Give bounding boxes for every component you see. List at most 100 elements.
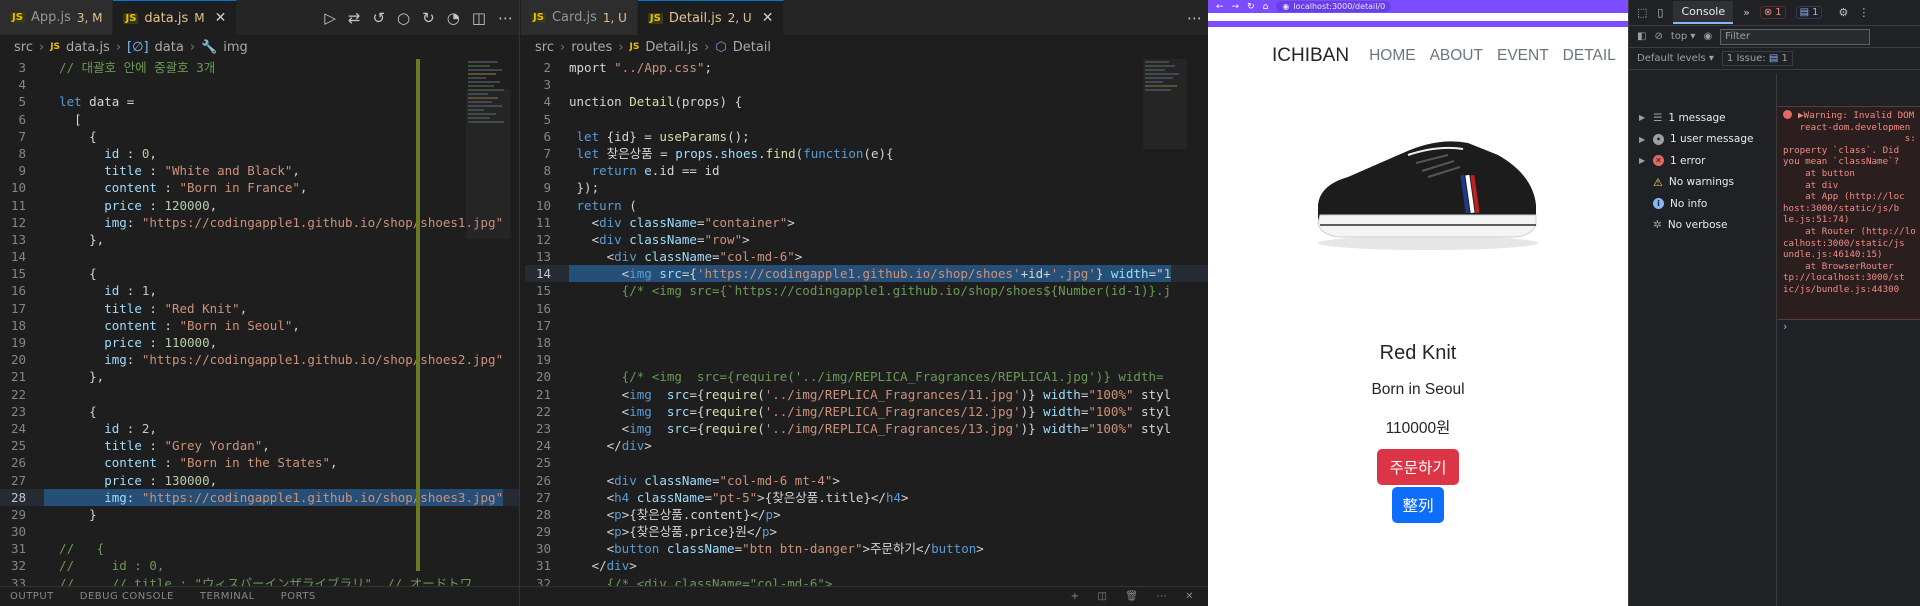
code-line[interactable]: 17 — [525, 317, 1208, 334]
inspect-icon[interactable]: ⬚ — [1637, 6, 1647, 19]
code-line[interactable]: 9 }); — [525, 179, 1208, 196]
site-brand[interactable]: ICHIBAN — [1272, 45, 1349, 67]
code-line[interactable]: 19 price : 110000, — [0, 334, 519, 351]
code-line[interactable]: 14 <img src={'https://codingapple1.githu… — [525, 265, 1208, 283]
code-line[interactable]: 32 // id : 0, — [0, 557, 519, 574]
code-line[interactable]: 11 price : 120000, — [0, 197, 519, 214]
code-line[interactable]: 4 unction Detail(props) { — [525, 93, 1208, 110]
tab-console[interactable]: Console — [1673, 1, 1734, 24]
code-line[interactable]: 5 let data = — [0, 93, 519, 110]
close-icon[interactable]: ✕ — [215, 10, 227, 26]
clear-console-icon[interactable]: ⊘ — [1654, 31, 1662, 42]
code-line[interactable]: 10 content : "Born in France", — [0, 179, 519, 196]
message-count-badge[interactable]: ▤ 1 — [1795, 6, 1823, 19]
code-line[interactable]: 25 title : "Grey Yordan", — [0, 437, 519, 454]
code-line[interactable]: 18 — [525, 334, 1208, 351]
code-line[interactable]: 24 </div> — [525, 437, 1208, 454]
tab-app-js[interactable]: JS App.js 3, M — [0, 0, 114, 35]
more-icon[interactable]: ⋯ — [1157, 591, 1168, 602]
sidebar-toggle-icon[interactable]: ◧ — [1637, 31, 1646, 42]
code-line[interactable]: 27 <h4 className="pt-5">{찾은상품.title}</h4… — [525, 489, 1208, 506]
code-line[interactable]: 30 — [0, 523, 519, 540]
code-line[interactable]: 17 title : "Red Knit", — [0, 300, 519, 317]
code-editor[interactable]: 2 mport "../App.css"; 3 4 unction Detail(pro… — [525, 59, 1208, 591]
tab-card-js[interactable]: JS Card.js 1, U — [521, 0, 638, 35]
go-back-icon[interactable]: ↺ — [372, 9, 385, 27]
timeline-icon[interactable]: ◔ — [447, 9, 460, 27]
code-line[interactable]: 26 content : "Born in the States", — [0, 454, 519, 471]
device-toolbar-icon[interactable]: ▯ — [1657, 6, 1663, 19]
code-line[interactable]: 20 {/* <img src={require('../img/REPLICA… — [525, 368, 1208, 385]
code-line[interactable]: 19 — [525, 351, 1208, 368]
circle-icon[interactable]: ○ — [397, 9, 410, 27]
tab-detail-js[interactable]: JS Detail.js 2, U ✕ — [637, 0, 785, 35]
code-line[interactable]: 16 id : 1, — [0, 282, 519, 299]
new-terminal-icon[interactable]: + — [1071, 591, 1080, 602]
code-line[interactable]: 28 img: "https://codingapple1.github.io/… — [0, 488, 519, 506]
code-line[interactable]: 21 <img src={require('../img/REPLICA_Fra… — [525, 386, 1208, 403]
code-line[interactable]: 13 <div className="col-md-6"> — [525, 248, 1208, 265]
more-tabs-icon[interactable]: » — [1743, 6, 1750, 19]
breadcrumb-item[interactable]: Detail — [733, 40, 771, 55]
more-icon[interactable]: ⋯ — [1187, 9, 1202, 27]
forward-icon[interactable]: → — [1232, 2, 1240, 12]
home-icon[interactable]: ⌂ — [1263, 2, 1269, 12]
code-line[interactable]: 6 [ — [0, 111, 519, 128]
code-line[interactable]: 23 { — [0, 403, 519, 420]
sort-button[interactable]: 整列 — [1392, 487, 1444, 523]
sidebar-item-errors[interactable]: ▶ ✕ 1 error — [1629, 150, 1776, 172]
breadcrumb-item[interactable]: data.js — [66, 40, 110, 55]
split-editor-icon[interactable]: ◫ — [472, 9, 486, 27]
trash-icon[interactable]: 🗑 — [1125, 591, 1138, 602]
code-line[interactable]: 12 img: "https://codingapple1.github.io/… — [0, 214, 519, 231]
close-icon[interactable]: ✕ — [762, 10, 774, 26]
gear-icon[interactable]: ⚙ — [1838, 6, 1848, 19]
code-line[interactable]: 4 — [0, 76, 519, 93]
code-line[interactable]: 31 // { — [0, 540, 519, 557]
minimap[interactable] — [1143, 59, 1187, 259]
code-line[interactable]: 14 — [0, 248, 519, 265]
issues-link[interactable]: 1 Issue: ▤ 1 — [1721, 51, 1793, 66]
code-line[interactable]: 28 <p>{찾은상품.content}</p> — [525, 506, 1208, 523]
nav-about[interactable]: ABOUT — [1430, 47, 1483, 65]
code-line[interactable]: 10 return ( — [525, 197, 1208, 214]
code-line[interactable]: 15 {/* <img src={`https://codingapple1.g… — [525, 282, 1208, 299]
back-icon[interactable]: ← — [1216, 2, 1224, 12]
code-line[interactable]: 3 — [525, 76, 1208, 93]
code-line[interactable]: 7 { — [0, 128, 519, 145]
context-selector[interactable]: top ▾ — [1671, 31, 1696, 42]
panel-tab-output[interactable]: OUTPUT — [10, 591, 54, 602]
console-prompt[interactable]: › — [1783, 320, 1787, 333]
code-line[interactable]: 11 <div className="container"> — [525, 214, 1208, 231]
nav-detail[interactable]: DETAIL — [1563, 47, 1616, 65]
code-line[interactable]: 3 // 대괄호 안에 중괄호 3개 — [0, 59, 519, 76]
sidebar-item-messages[interactable]: ▶ ☰ 1 message — [1629, 107, 1776, 129]
code-line[interactable]: 12 <div className="row"> — [525, 231, 1208, 248]
code-line[interactable]: 16 — [525, 300, 1208, 317]
eye-icon[interactable]: ◉ — [1703, 31, 1712, 42]
breadcrumb-item[interactable]: src — [535, 40, 554, 55]
sidebar-item-info[interactable]: i No info — [1629, 193, 1776, 215]
code-line[interactable]: 21 }, — [0, 368, 519, 385]
code-line[interactable]: 2 mport "../App.css"; — [525, 59, 1208, 76]
go-forward-icon[interactable]: ↻ — [422, 9, 435, 27]
code-line[interactable]: 7 let 찾은상품 = props.shoes.find(function(e… — [525, 145, 1208, 162]
code-line[interactable]: 22 — [0, 386, 519, 403]
run-icon[interactable]: ▷ — [324, 9, 336, 27]
sidebar-item-verbose[interactable]: ✲ No verbose — [1629, 215, 1776, 237]
panel-tab-terminal[interactable]: TERMINAL — [200, 591, 255, 602]
code-line[interactable]: 31 </div> — [525, 557, 1208, 574]
code-line[interactable]: 26 <div className="col-md-6 mt-4"> — [525, 472, 1208, 489]
code-line[interactable]: 6 let {id} = useParams(); — [525, 128, 1208, 145]
code-line[interactable]: 30 <button className="btn btn-danger">주문… — [525, 540, 1208, 557]
address-bar[interactable]: ◉ localhost:3000/detail/0 — [1276, 1, 1392, 12]
kebab-menu-icon[interactable]: ⋮ — [1858, 6, 1869, 19]
compare-icon[interactable]: ⇄ — [348, 9, 361, 27]
code-line[interactable]: 15 { — [0, 265, 519, 282]
more-icon[interactable]: ⋯ — [498, 9, 513, 27]
close-panel-icon[interactable]: ✕ — [1185, 591, 1194, 602]
tab-data-js[interactable]: JS data.js M ✕ — [113, 0, 238, 35]
breadcrumb-item[interactable]: src — [14, 40, 33, 55]
code-line[interactable]: 29 } — [0, 506, 519, 523]
code-line[interactable]: 29 <p>{찾은상품.price}원</p> — [525, 523, 1208, 540]
